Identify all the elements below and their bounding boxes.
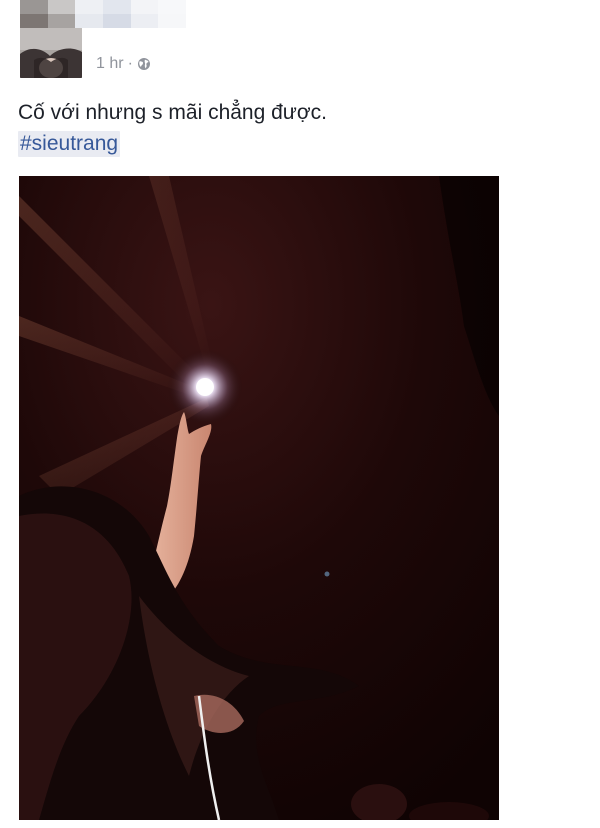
- post-timestamp[interactable]: 1 hr: [96, 54, 124, 74]
- meta-separator: ·: [127, 55, 133, 72]
- post-text: Cố với nhưng s mãi chẳng được.: [18, 101, 327, 124]
- author-name-censored[interactable]: [20, 0, 186, 28]
- post-meta: 1 hr ·: [96, 54, 151, 74]
- facebook-post: 1 hr · Cố với nhưng s mãi chẳng được. #s…: [0, 0, 600, 828]
- post-photo[interactable]: [19, 176, 499, 820]
- globe-icon[interactable]: [137, 57, 151, 71]
- author-avatar[interactable]: [20, 28, 82, 78]
- hashtag-link[interactable]: #sieutrang: [18, 131, 121, 157]
